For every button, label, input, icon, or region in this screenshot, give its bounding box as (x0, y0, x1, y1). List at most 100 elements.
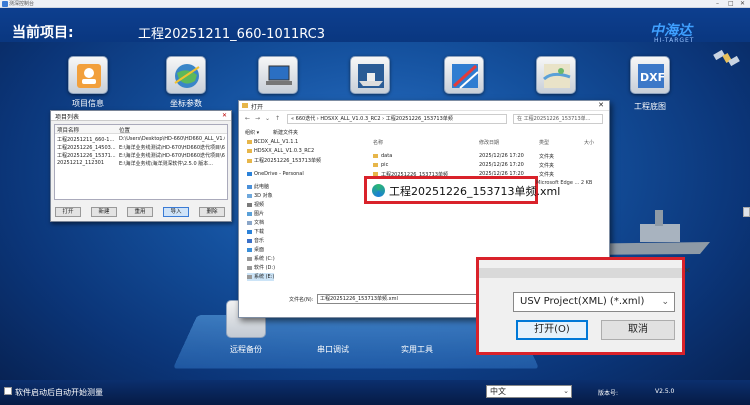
file-list-header: 名称 修改日期 类型 大小 (369, 139, 605, 147)
status-bar: 软件启动后自动开始测量 中文 ⌄ 版本号: V2.5.0 (0, 380, 750, 405)
file-type-select[interactable]: USV Project(XML) (*.xml) ⌄ (513, 292, 675, 312)
tile-stripes[interactable] (444, 56, 484, 94)
forward-icon[interactable]: → (255, 115, 260, 122)
tile-project-info[interactable] (68, 56, 108, 94)
tile-project-basemap[interactable]: DXF (630, 56, 670, 94)
table-row[interactable]: 工程20251211_660-1... D:\Users\Desktop\HD-… (55, 135, 227, 143)
chevron-down-icon: ⌄ (563, 387, 569, 395)
col-date-header[interactable]: 修改日期 (479, 139, 499, 146)
close-icon[interactable]: ✕ (740, 0, 745, 8)
file-dialog-titlebar: 打开 ✕ (239, 101, 609, 111)
side-handle[interactable] (743, 207, 750, 217)
new-folder-button[interactable]: 新建文件夹 (273, 129, 298, 136)
close-icon[interactable]: ✕ (222, 112, 227, 119)
disk-icon (247, 256, 252, 261)
maximize-icon[interactable]: □ (728, 0, 734, 8)
nav-item[interactable]: 3D 对象 (247, 192, 273, 200)
edge-icon (372, 184, 385, 197)
open-button[interactable]: 打开(O) (516, 320, 588, 340)
nav-item[interactable]: OneDrive - Personal (247, 171, 304, 179)
satellite-icon (713, 49, 740, 67)
file-type-size: Microsoft Edge ... 2 KB (536, 180, 593, 186)
tile-laptop[interactable] (258, 56, 298, 94)
col-name-header[interactable]: 项目名称 (57, 126, 79, 134)
selected-file-callout[interactable]: 工程20251226_153713单频.xml (364, 176, 560, 204)
address-bar: ← → ⌄ ↑ « 660迭代 › HDSXX_ALL_V1.0.3_RC2 ›… (243, 114, 605, 125)
nav-item[interactable]: 系统 (C:) (247, 255, 275, 263)
back-icon[interactable]: ← (245, 115, 250, 122)
tile-project-basemap-label: 工程底图 (634, 102, 666, 111)
download-icon (247, 229, 252, 234)
folder-icon (247, 148, 252, 153)
folder-icon (242, 103, 248, 108)
nav-item[interactable]: 系统 (E:) (247, 273, 275, 281)
folder-icon (373, 154, 378, 158)
tile-serial-debug-label: 串口调试 (317, 345, 349, 354)
close-icon[interactable]: ✕ (684, 266, 691, 275)
disk-icon (247, 265, 252, 270)
nav-item[interactable]: BCDX_ALL_V1.1.1 (247, 139, 298, 147)
path-input[interactable]: « 660迭代 › HDSXX_ALL_V1.0.3_RC2 › 工程20251… (287, 114, 507, 124)
file-row[interactable]: data 2025/12/26 17:20 文件夹 (369, 153, 605, 161)
brand-logo: 中海达 HI-TARGET (650, 23, 695, 44)
nav-item[interactable]: HDSXX_ALL_V1.0.3_RC2 (247, 148, 314, 156)
tile-tools-label: 实用工具 (401, 345, 433, 354)
filename-label: 文件名(N): (289, 297, 314, 303)
globe-icon (174, 64, 200, 88)
desktop-icon (247, 247, 252, 252)
col-name-header[interactable]: 名称 (373, 139, 383, 146)
up-icon[interactable]: ↑ (275, 115, 280, 122)
search-input[interactable]: 在 工程20251226_153713单... (513, 114, 603, 124)
map-icon (543, 64, 571, 88)
cloud-icon (247, 171, 252, 176)
autostart-checkbox[interactable] (4, 387, 12, 395)
nav-item[interactable]: 视频 (247, 201, 264, 209)
minimize-icon[interactable]: – (716, 0, 719, 8)
filename-input[interactable]: 工程20251226_153713单频.xml (317, 294, 497, 304)
close-icon[interactable]: ✕ (598, 101, 604, 109)
nav-item[interactable]: 下载 (247, 228, 264, 236)
callout-strip (479, 268, 682, 278)
file-row[interactable]: pic 2025/12/26 17:20 文件夹 (369, 162, 605, 170)
disk-icon (247, 274, 252, 279)
tile-map[interactable] (536, 56, 576, 94)
open-button[interactable]: 打开 (55, 207, 81, 217)
dialog-buttons-callout: ✕ USV Project(XML) (*.xml) ⌄ 打开(O) 取消 (476, 257, 691, 355)
tile-coordinate-params[interactable] (166, 56, 206, 94)
version-value: V2.5.0 (655, 388, 675, 395)
import-button[interactable]: 导入 (163, 207, 189, 217)
pc-icon (247, 184, 252, 189)
table-row[interactable]: 工程20251226_15371... E:\海洋业务线测试\HD-670\HD… (55, 151, 227, 159)
nav-item[interactable]: 图片 (247, 210, 264, 218)
cube-icon (247, 193, 252, 198)
nav-item[interactable]: 此电脑 (247, 183, 269, 191)
nav-item[interactable]: 文档 (247, 219, 264, 227)
stripes-icon (452, 64, 479, 89)
nav-item[interactable]: 软件 (D:) (247, 264, 275, 272)
project-icon (77, 64, 101, 88)
col-location-header[interactable]: 位置 (119, 126, 130, 134)
reuse-button[interactable]: 重用 (127, 207, 153, 217)
new-button[interactable]: 新建 (91, 207, 117, 217)
tile-project-info-label: 项目信息 (72, 99, 104, 108)
delete-button[interactable]: 删除 (199, 207, 225, 217)
project-list-title: 项目列表 (55, 114, 80, 121)
version-label: 版本号: (598, 390, 619, 397)
chevron-down-icon[interactable]: ⌄ (265, 115, 270, 122)
project-list-dialog: 项目列表 ✕ 项目名称 位置 工程20251211_660-1... D:\Us… (50, 110, 232, 222)
desktop-app: 测深控制台 – □ ✕ 当前项目: 工程20251211_660-1011RC3… (0, 0, 750, 405)
ship-icon (358, 64, 384, 88)
col-size-header[interactable]: 大小 (584, 139, 594, 146)
organize-button[interactable]: 组织 ▾ (245, 129, 259, 136)
language-select[interactable]: 中文 ⌄ (486, 385, 572, 398)
cancel-button[interactable]: 取消 (601, 320, 675, 340)
tile-ship[interactable] (350, 56, 390, 94)
nav-item[interactable]: 桌面 (247, 246, 264, 254)
nav-item[interactable]: 工程20251226_153713单频 (247, 157, 321, 165)
col-type-header[interactable]: 类型 (539, 139, 549, 146)
music-icon (247, 238, 252, 243)
autostart-label: 软件启动后自动开始测量 (15, 388, 103, 397)
table-row[interactable]: 20251212_112301 E:\海洋业务线\海洋测深软件\2.5.0 版本… (55, 159, 227, 167)
table-row[interactable]: 工程20251226_14503... E:\海洋业务线测试\HD-670\HD… (55, 143, 227, 151)
nav-item[interactable]: 音乐 (247, 237, 264, 245)
